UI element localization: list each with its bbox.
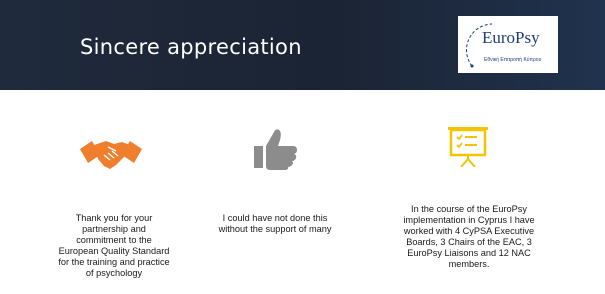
logo-subtitle: Εθνική Επιτροπή Κύπρου	[484, 57, 542, 63]
slide-title: Sincere appreciation	[80, 35, 302, 59]
presentation-board-icon	[448, 127, 488, 172]
thumbs-up-icon	[254, 128, 298, 175]
title-banner: Sincere appreciation EuroPsy Εθνική Επιτ…	[0, 0, 605, 90]
handshake-icon	[80, 135, 142, 178]
logo-wordmark: EuroPsy	[482, 28, 540, 47]
europsy-logo: EuroPsy Εθνική Επιτροπή Κύπρου	[458, 16, 558, 73]
caption-support: I could have not done this without the s…	[218, 213, 332, 234]
caption-implementation: In the course of the EuroPsy implementat…	[403, 204, 535, 269]
caption-partnership: Thank you for your partnership and commi…	[58, 213, 170, 278]
